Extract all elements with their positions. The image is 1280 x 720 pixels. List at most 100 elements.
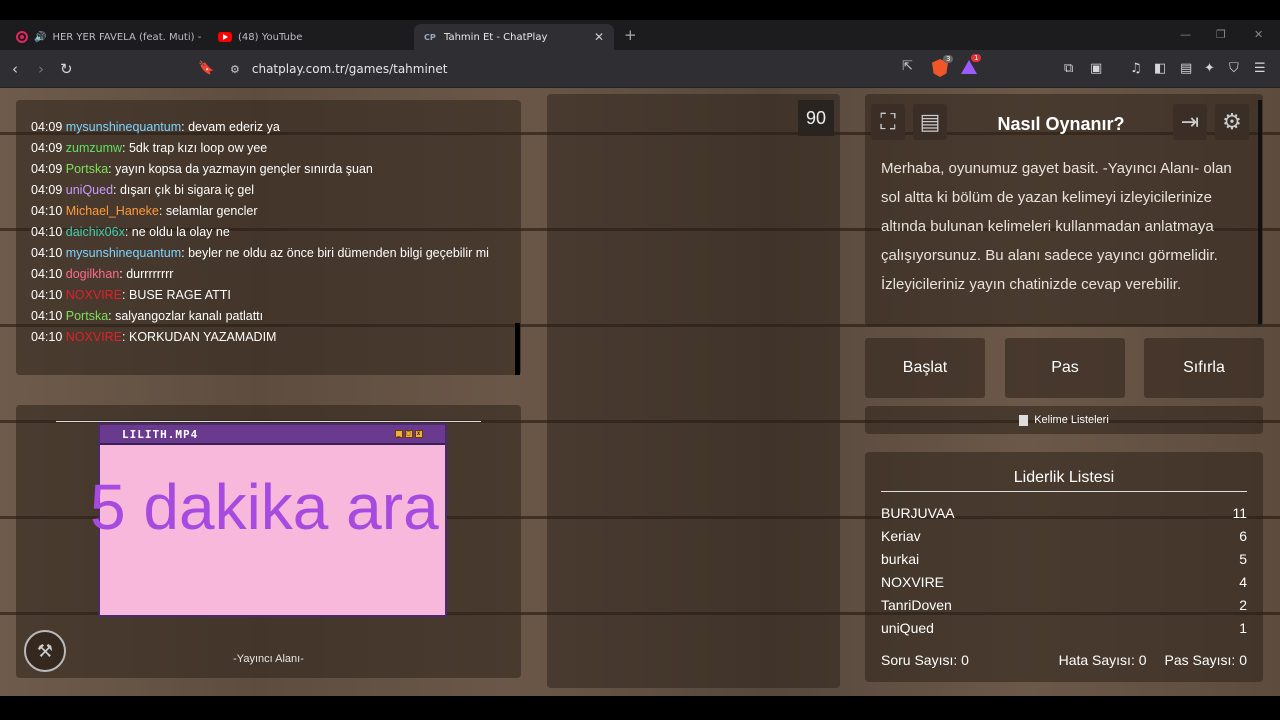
chat-time: 04:10 <box>31 267 63 281</box>
forward-button[interactable]: › <box>38 59 44 79</box>
video-window-title: LILITH.MP4 <box>122 427 199 441</box>
chatplay-icon: CP <box>424 32 436 42</box>
chat-username[interactable]: dogilkhan <box>66 267 120 281</box>
browser-toolbar: ‹ › ↻ 🔖 ⚙ chatplay.com.tr/games/tahminet… <box>0 50 1280 88</box>
vpn-icon[interactable]: ⛉ <box>1229 59 1239 79</box>
player-name: NOXVIRE <box>881 574 945 590</box>
chat-message: 04:09 zumzumw: 5dk trap kızı loop ow yee <box>16 138 503 159</box>
word-lists-button[interactable]: Kelime Listeleri <box>865 406 1263 434</box>
chat-username[interactable]: uniQued <box>66 183 113 197</box>
leaderboard-panel: Liderlik Listesi BURJUVAA 11 Keriav 6 burkai… <box>865 452 1263 682</box>
how-to-play-panel: ⛶ ▤ Nasıl Oynanır? ⇥ ⚙ Merhaba, oyunumuz… <box>865 94 1263 326</box>
music-icon <box>16 31 28 43</box>
chat-time: 04:10 <box>31 204 63 218</box>
close-window-button[interactable]: ✕ <box>1254 28 1263 41</box>
close-icon[interactable]: ✕ <box>594 30 604 44</box>
leaderboard-row: burkai 5 <box>881 548 1247 571</box>
chat-text: : KORKUDAN YAZAMADIM <box>122 330 277 344</box>
screen-top-bar <box>0 0 1280 20</box>
chat-message: 04:09 Portska: yayın kopsa da yazmayın g… <box>16 159 503 180</box>
chat-message: 04:10 Portska: salyangozlar kanalı patla… <box>16 306 503 327</box>
video-window-titlebar: LILITH.MP4 _ □ x <box>100 425 445 445</box>
screenshot-icon[interactable]: ▣ <box>1090 59 1102 79</box>
chat-panel: 04:09 mysunshinequantum: devam ederiz ya… <box>16 100 521 375</box>
leo-icon[interactable]: ✦ <box>1204 59 1215 79</box>
media-icon[interactable]: ♫ <box>1130 59 1142 79</box>
reset-button[interactable]: Sıfırla <box>1144 338 1264 398</box>
chat-username[interactable]: Portska <box>66 309 108 323</box>
new-tab-button[interactable]: + <box>624 26 637 44</box>
leaderboard-row: BURJUVAA 11 <box>881 502 1247 525</box>
error-count: Hata Sayısı: 0 <box>1058 652 1147 668</box>
chat-time: 04:10 <box>31 330 63 344</box>
chat-text: : devam ederiz ya <box>181 120 280 134</box>
chat-message: 04:10 NOXVIRE: BUSE RAGE ATTI <box>16 285 503 306</box>
player-name: BURJUVAA <box>881 505 955 521</box>
document-icon <box>1019 414 1029 426</box>
player-score: 6 <box>1239 528 1247 544</box>
logout-icon[interactable]: ⇥ <box>1173 104 1207 140</box>
info-scrollbar[interactable] <box>1258 100 1262 324</box>
chat-text: : beyler ne oldu az önce biri dümenden b… <box>181 246 489 260</box>
question-count: Soru Sayısı: 0 <box>881 652 969 668</box>
chat-username[interactable]: mysunshinequantum <box>66 120 181 134</box>
player-score: 11 <box>1232 505 1247 521</box>
chat-username[interactable]: NOXVIRE <box>66 330 122 344</box>
restore-button[interactable]: ❐ <box>1216 28 1226 41</box>
player-name: uniQued <box>881 620 934 636</box>
chat-time: 04:10 <box>31 309 63 323</box>
hammer-icon[interactable]: ⚒ <box>24 630 66 672</box>
chat-time: 04:09 <box>31 183 63 197</box>
wallet-icon[interactable]: ▤ <box>1180 59 1192 79</box>
speaker-icon[interactable]: 🔊 <box>34 32 46 43</box>
chat-message-list: 04:09 mysunshinequantum: devam ederiz ya… <box>16 117 503 348</box>
chat-username[interactable]: zumzumw <box>66 141 122 155</box>
pass-button[interactable]: Pas <box>1005 338 1125 398</box>
chat-username[interactable]: Michael_Haneke <box>66 204 159 218</box>
chat-username[interactable]: mysunshinequantum <box>66 246 181 260</box>
chat-message: 04:10 daichix06x: ne oldu la olay ne <box>16 222 503 243</box>
word-lists-label: Kelime Listeleri <box>1034 414 1109 426</box>
gear-icon[interactable]: ⚙ <box>1215 104 1249 140</box>
player-name: TanriDoven <box>881 597 952 613</box>
chat-time: 04:09 <box>31 141 63 155</box>
tab-chatplay[interactable]: CP Tahmin Et - ChatPlay ✕ <box>414 24 614 50</box>
stats-row: Soru Sayısı: 0 Hata Sayısı: 0 Pas Sayısı… <box>881 652 1247 668</box>
player-score: 2 <box>1239 597 1247 613</box>
minimize-button[interactable]: — <box>1180 28 1191 41</box>
back-button[interactable]: ‹ <box>12 59 18 79</box>
leaderboard-row: NOXVIRE 4 <box>881 571 1247 594</box>
close-icon: x <box>415 430 423 438</box>
chat-text: : ne oldu la olay ne <box>124 225 230 239</box>
video-overlay-text: 5 dakika ara <box>90 471 439 543</box>
url-text: chatplay.com.tr/games/tahminet <box>251 62 448 76</box>
share-icon[interactable]: ⇱ <box>902 59 913 74</box>
tab-title: Tahmin Et - ChatPlay <box>444 31 548 43</box>
tab-youtube[interactable]: (48) YouTube <box>208 24 408 50</box>
chat-text: : 5dk trap kızı loop ow yee <box>122 141 268 155</box>
chat-message: 04:09 uniQued: dışarı çık bi sigara iç g… <box>16 180 503 201</box>
tab-title: HER YER FAVELA (feat. Muti) - Yo <box>52 31 202 43</box>
site-info-icon[interactable]: ⚙ <box>230 63 240 76</box>
chat-time: 04:10 <box>31 225 63 239</box>
tab-music[interactable]: 🔊 HER YER FAVELA (feat. Muti) - Yo <box>6 24 202 50</box>
chat-username[interactable]: NOXVIRE <box>66 288 122 302</box>
reload-button[interactable]: ↻ <box>60 59 73 79</box>
extensions-icon[interactable]: ⧉ <box>1064 59 1073 79</box>
chat-scrollbar[interactable] <box>515 323 520 375</box>
chat-text: : salyangozlar kanalı patlattı <box>108 309 264 323</box>
bookmark-icon[interactable]: 🔖 <box>198 59 214 79</box>
chat-username[interactable]: Portska <box>66 162 108 176</box>
menu-icon[interactable]: ☰ <box>1254 59 1266 79</box>
chat-time: 04:09 <box>31 162 63 176</box>
start-button[interactable]: Başlat <box>865 338 985 398</box>
chat-text: : durrrrrrrr <box>119 267 174 281</box>
leaderboard-title: Liderlik Listesi <box>881 469 1247 492</box>
brave-rewards-icon[interactable] <box>961 60 977 74</box>
address-bar[interactable]: ⚙ chatplay.com.tr/games/tahminet ⇱ <box>222 57 962 81</box>
leaderboard-list: BURJUVAA 11 Keriav 6 burkai 5 NOXVIRE 4 TanriDov… <box>881 502 1247 640</box>
chat-username[interactable]: daichix06x <box>66 225 125 239</box>
sidebar-icon[interactable]: ◧ <box>1154 59 1166 79</box>
tab-title: (48) YouTube <box>238 31 303 43</box>
screen-bottom-bar <box>0 696 1280 720</box>
